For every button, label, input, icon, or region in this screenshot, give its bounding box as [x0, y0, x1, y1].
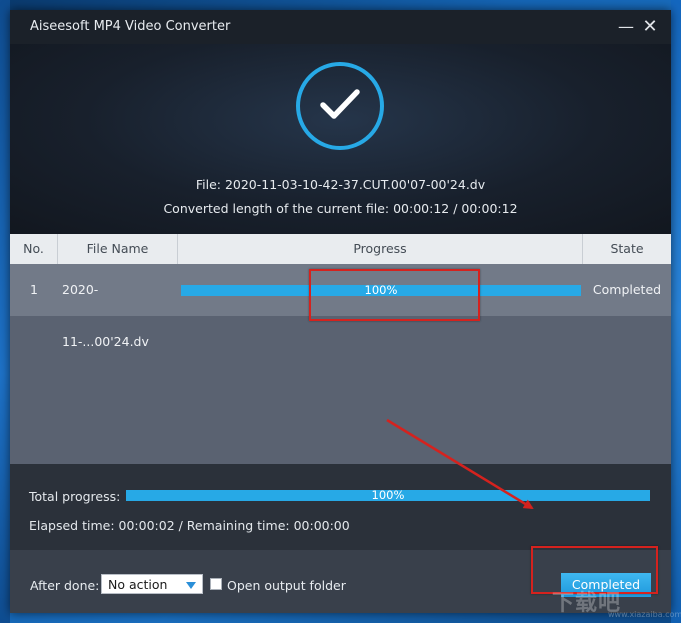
after-done-label: After done: [30, 578, 100, 593]
close-button[interactable]: ✕ [639, 16, 661, 38]
desktop-background-right [671, 0, 681, 623]
file-list: 1 2020-11-...00'24.dv 100% Completed [10, 264, 671, 464]
converter-window: Aiseesoft MP4 Video Converter — ✕ File: … [10, 10, 671, 613]
watermark-url: www.xiazaiba.com [608, 610, 681, 619]
column-header-progress: Progress [178, 234, 583, 264]
window-title: Aiseesoft MP4 Video Converter [30, 19, 231, 34]
total-progress-label: Total progress: [29, 489, 121, 504]
desktop-background-left [0, 0, 10, 623]
check-icon [320, 89, 360, 119]
total-progress-bar: 100% [126, 488, 650, 502]
column-header-no: No. [10, 234, 58, 264]
conversion-summary: File: 2020-11-03-10-42-37.CUT.00'07-00'2… [10, 44, 671, 234]
total-progress-panel: Total progress: 100% Elapsed time: 00:00… [10, 464, 671, 550]
after-done-value: No action [108, 577, 168, 592]
column-header-file-name: File Name [58, 234, 178, 264]
converted-length-line: Converted length of the current file: 00… [163, 201, 518, 216]
file-name-line: File: 2020-11-03-10-42-37.CUT.00'07-00'2… [195, 177, 486, 192]
row-state: Completed [592, 282, 662, 297]
row-progress: 100% [181, 264, 581, 316]
row-progress-label: 100% [364, 283, 398, 297]
total-progress-percent: 100% [371, 488, 405, 502]
minimize-button[interactable]: — [615, 16, 637, 38]
check-circle-icon [296, 62, 384, 150]
table-header: No. File Name Progress State [10, 234, 671, 264]
table-row[interactable]: 1 2020-11-...00'24.dv 100% Completed [10, 264, 671, 349]
open-folder-checkbox[interactable] [210, 578, 222, 590]
row-file-name: 2020-11-...00'24.dv [62, 282, 149, 349]
column-header-state: State [610, 241, 644, 256]
title-bar[interactable]: Aiseesoft MP4 Video Converter — ✕ [10, 10, 671, 44]
open-folder-label[interactable]: Open output folder [227, 578, 346, 593]
row-number: 1 [30, 282, 38, 297]
dropdown-arrow-icon[interactable] [186, 582, 196, 589]
after-done-select[interactable]: No action [101, 574, 203, 594]
elapsed-time: Elapsed time: 00:00:02 / Remaining time:… [29, 518, 350, 533]
